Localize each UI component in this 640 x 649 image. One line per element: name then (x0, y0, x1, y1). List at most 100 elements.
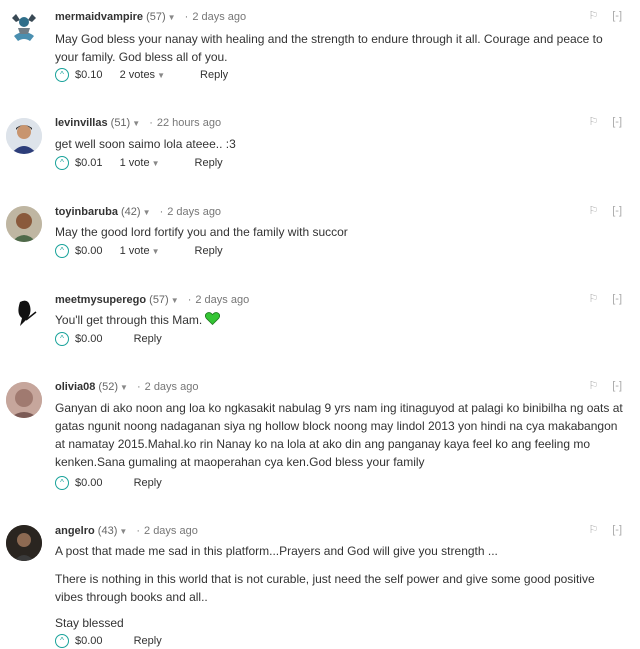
username[interactable]: meetmysuperego (55, 294, 146, 306)
reputation: (57) (146, 11, 166, 23)
username[interactable]: olivia08 (55, 381, 95, 393)
upvote-button[interactable]: ^ (55, 68, 69, 83)
votes-count[interactable]: 1 vote ▼ (120, 245, 160, 257)
avatar-image (6, 206, 42, 242)
flag-icon[interactable]: ⚐ (588, 524, 598, 536)
comment-header: mermaidvampire (57) ▼ · 2 days ago (55, 9, 246, 25)
upvote-button[interactable]: ^ (55, 244, 69, 259)
author-menu-caret-icon[interactable]: ▼ (171, 296, 179, 305)
comment-footer: ^ $0.00 1 vote ▼ Reply (55, 243, 223, 259)
reputation: (42) (121, 206, 141, 218)
reply-link[interactable]: Reply (134, 477, 162, 489)
avatar[interactable] (6, 382, 42, 418)
comment-footer: ^ $0.01 1 vote ▼ Reply (55, 155, 223, 171)
green-heart-icon (205, 311, 221, 330)
avatar[interactable] (6, 8, 42, 44)
author-menu-caret-icon[interactable]: ▼ (143, 208, 151, 217)
votes-caret-icon: ▼ (157, 71, 165, 80)
comment-footer: ^ $0.00 Reply (55, 475, 162, 491)
reputation: (52) (98, 381, 118, 393)
payout[interactable]: $0.00 (75, 333, 103, 345)
separator-dot: · (149, 117, 153, 129)
upvote-button[interactable]: ^ (55, 332, 69, 347)
avatar-image (6, 525, 42, 561)
avatar[interactable] (6, 294, 42, 330)
reputation: (51) (110, 117, 131, 129)
reply-link[interactable]: Reply (134, 635, 162, 647)
collapse-button[interactable]: [-] (612, 116, 622, 128)
timestamp[interactable]: 2 days ago (144, 525, 198, 537)
flag-icon[interactable]: ⚐ (588, 205, 598, 217)
reply-link[interactable]: Reply (134, 333, 162, 345)
avatar-image (12, 14, 36, 41)
avatar-image (18, 300, 37, 326)
comment-actions: ⚐ [-] (574, 379, 622, 392)
payout[interactable]: $0.00 (75, 477, 103, 489)
flag-icon[interactable]: ⚐ (588, 380, 598, 392)
comment-header: meetmysuperego (57) ▼ · 2 days ago (55, 292, 249, 308)
author-menu-caret-icon[interactable]: ▼ (119, 527, 127, 536)
payout[interactable]: $0.00 (75, 635, 103, 647)
timestamp[interactable]: 2 days ago (192, 11, 246, 23)
upvote-button[interactable]: ^ (55, 476, 69, 491)
avatar[interactable] (6, 206, 42, 242)
votes-count[interactable]: 1 vote ▼ (120, 157, 160, 169)
collapse-button[interactable]: [-] (612, 205, 622, 217)
votes-caret-icon: ▼ (151, 247, 160, 256)
reputation: (43) (97, 525, 118, 537)
timestamp[interactable]: 2 days ago (195, 294, 249, 306)
reply-link[interactable]: Reply (195, 157, 223, 169)
comment-body: May God bless your nanay with healing an… (55, 30, 623, 66)
separator-dot: · (136, 381, 141, 393)
flag-icon[interactable]: ⚐ (588, 293, 598, 305)
comment-actions: ⚐ [-] (574, 115, 622, 128)
comment-actions: ⚐ [-] (574, 292, 622, 305)
flag-icon[interactable]: ⚐ (588, 10, 598, 22)
comment-text: May God bless your nanay with healing an… (55, 32, 603, 64)
collapse-button[interactable]: [-] (612, 524, 622, 536)
upvote-button[interactable]: ^ (55, 156, 69, 171)
avatar-image (6, 118, 42, 154)
avatar-image (6, 382, 42, 418)
comment-text: A post that made me sad in this platform… (55, 544, 498, 558)
comment-actions: ⚐ [-] (574, 204, 622, 217)
collapse-button[interactable]: [-] (612, 293, 622, 305)
avatar[interactable] (6, 118, 42, 154)
payout[interactable]: $0.01 (75, 157, 103, 169)
username[interactable]: mermaidvampire (55, 11, 143, 23)
author-menu-caret-icon[interactable]: ▼ (168, 13, 176, 22)
separator-dot: · (136, 525, 141, 537)
reputation: (57) (149, 294, 169, 306)
votes-caret-icon: ▼ (151, 159, 160, 168)
reply-link[interactable]: Reply (195, 245, 223, 257)
author-menu-caret-icon[interactable]: ▼ (132, 119, 140, 128)
separator-dot: · (184, 11, 189, 23)
username[interactable]: levinvillas (55, 117, 108, 129)
payout[interactable]: $0.00 (75, 245, 103, 257)
comment-header: olivia08 (52) ▼ · 2 days ago (55, 379, 198, 395)
username[interactable]: toyinbaruba (55, 206, 118, 218)
timestamp[interactable]: 22 hours ago (157, 117, 221, 129)
author-menu-caret-icon[interactable]: ▼ (120, 383, 128, 392)
timestamp[interactable]: 2 days ago (145, 381, 199, 393)
upvote-button[interactable]: ^ (55, 634, 69, 649)
comment-actions: ⚐ [-] (574, 523, 622, 536)
comment-body: You'll get through this Mam. (55, 311, 623, 330)
reply-link[interactable]: Reply (200, 69, 228, 81)
comment-body: Ganyan di ako noon ang loa ko ngkasakit … (55, 399, 623, 471)
comment-header: levinvillas (51) ▼ · 22 hours ago (55, 115, 221, 131)
timestamp[interactable]: 2 days ago (167, 206, 221, 218)
payout[interactable]: $0.10 (75, 69, 103, 81)
collapse-button[interactable]: [-] (612, 10, 622, 22)
comment-text: May the good lord fortify you and the fa… (55, 225, 348, 239)
comment-body: May the good lord fortify you and the fa… (55, 223, 623, 241)
separator-dot: · (159, 206, 164, 218)
flag-icon[interactable]: ⚐ (588, 116, 598, 128)
avatar[interactable] (6, 525, 42, 561)
username[interactable]: angelro (55, 525, 95, 537)
votes-count[interactable]: 2 votes ▼ (120, 69, 165, 81)
collapse-button[interactable]: [-] (612, 380, 622, 392)
comment-text: You'll get through this Mam. (55, 311, 623, 330)
separator-dot: · (187, 294, 192, 306)
comment-footer: ^ $0.10 2 votes ▼ Reply (55, 67, 228, 83)
